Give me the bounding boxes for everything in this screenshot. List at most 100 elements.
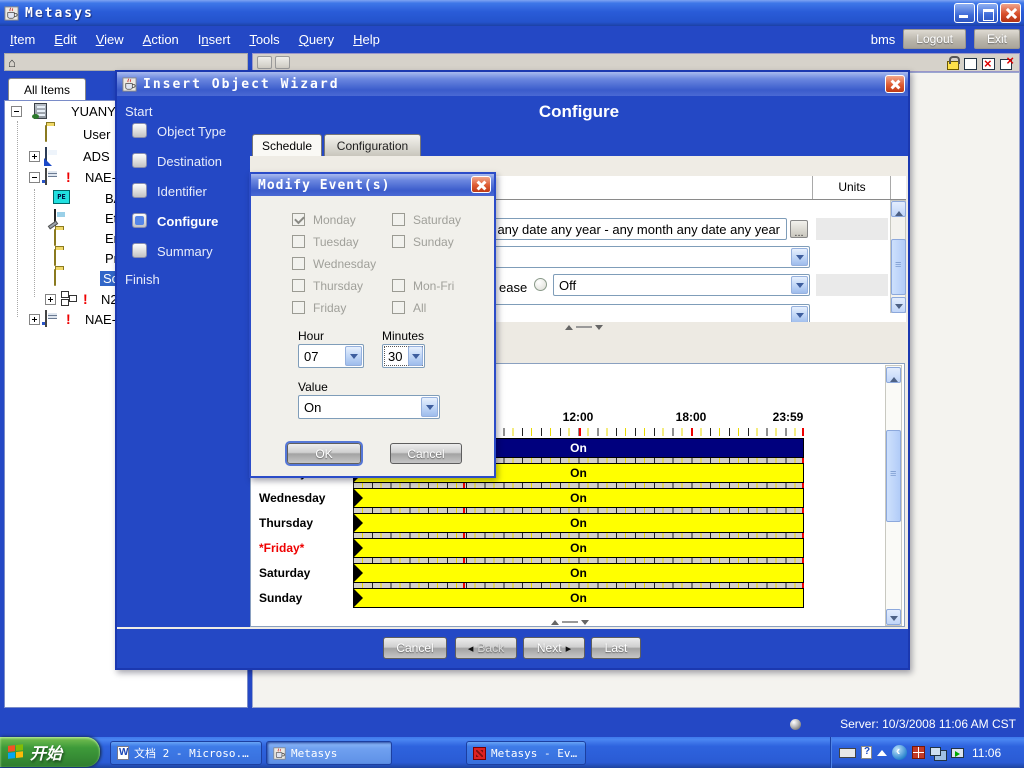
dialog-title: Modify Event(s) (258, 178, 390, 193)
schedule-bar-wednesday[interactable]: On (353, 488, 804, 508)
splitter-handle[interactable] (565, 323, 603, 331)
hour-dropdown[interactable]: 07 (298, 344, 364, 368)
tab-schedule[interactable]: Schedule (252, 134, 322, 156)
dropdown-arrow-icon[interactable] (345, 346, 362, 366)
exit-button[interactable]: Exit (974, 29, 1020, 49)
checkbox-wednesday[interactable] (292, 257, 305, 270)
checkbox-thursday[interactable] (292, 279, 305, 292)
ruler-tick (691, 428, 693, 436)
logout-button[interactable]: Logout (903, 29, 966, 49)
chevron-up-icon[interactable] (877, 745, 887, 756)
checkbox-sunday[interactable] (392, 235, 405, 248)
close-all-panels-icon[interactable] (1000, 58, 1013, 70)
dropdown-arrow-icon[interactable] (791, 276, 808, 294)
help-icon[interactable] (861, 746, 872, 759)
checkbox-all[interactable] (392, 301, 405, 314)
dropdown-arrow-icon[interactable] (408, 346, 423, 366)
wizard-title: Insert Object Wizard (143, 77, 340, 92)
forward-nav-icon[interactable] (275, 56, 290, 69)
tab-configuration[interactable]: Configuration (324, 134, 421, 156)
wizard-step-summary[interactable]: Summary (157, 244, 213, 259)
status-bar: Server: 10/3/2008 11:06 AM CST (0, 712, 1024, 737)
expand-icon[interactable] (29, 151, 40, 162)
wizard-button-bar: Cancel ◂Back Next▸ Last (117, 629, 908, 668)
schedule-bar-thursday[interactable]: On (353, 513, 804, 533)
minutes-dropdown[interactable]: 30 (382, 344, 425, 368)
network-places-icon[interactable] (930, 747, 946, 759)
time-label: 12:00 (551, 410, 605, 424)
collapse-icon[interactable] (11, 106, 22, 117)
schedule-bar-saturday[interactable]: On (353, 563, 804, 583)
start-button[interactable]: 开始 (0, 737, 100, 767)
menu-item-insert[interactable]: Insert (198, 32, 231, 47)
keyboard-icon[interactable] (839, 748, 856, 758)
wizard-step-object-type[interactable]: Object Type (157, 124, 226, 139)
dropdown-arrow-icon[interactable] (791, 248, 808, 266)
release-label: ease (499, 280, 527, 295)
media-icon[interactable] (951, 748, 964, 758)
wizard-step-destination[interactable]: Destination (157, 154, 222, 169)
grid-icon[interactable] (912, 746, 925, 759)
checkbox-mon-fri[interactable] (392, 279, 405, 292)
checkbox-friday[interactable] (292, 301, 305, 314)
release-combo[interactable]: Off (553, 274, 810, 296)
menu-item-edit[interactable]: Edit (54, 32, 76, 47)
close-icon[interactable] (1000, 3, 1021, 23)
dropdown-arrow-icon[interactable] (791, 306, 808, 322)
checkbox-monday[interactable] (292, 213, 305, 226)
wizard-step-identifier[interactable]: Identifier (157, 184, 207, 199)
scroll-down-icon[interactable] (886, 609, 901, 625)
restore-icon[interactable] (977, 3, 998, 23)
scroll-down-icon[interactable] (891, 297, 906, 313)
cancel-button[interactable]: Cancel (390, 443, 462, 464)
messenger-icon[interactable] (892, 745, 907, 760)
menu-item-help[interactable]: Help (353, 32, 380, 47)
step-checkbox (132, 183, 147, 198)
home-icon[interactable]: ⌂ (8, 56, 16, 69)
taskbar-item-word[interactable]: 文档 2 - Microso... (110, 741, 262, 765)
checkbox-saturday[interactable] (392, 213, 405, 226)
expand-icon[interactable] (29, 314, 40, 325)
schedule-bar-friday[interactable]: On (353, 538, 804, 558)
date-range-browse-button[interactable]: ... (790, 220, 808, 238)
taskbar-item-metasys[interactable]: Metasys (266, 741, 392, 765)
schedule-bar-sunday[interactable]: On (353, 588, 804, 608)
last-button[interactable]: Last (591, 637, 641, 659)
cancel-button[interactable]: Cancel (383, 637, 447, 659)
scroll-thumb[interactable] (891, 239, 906, 295)
menu-item-action[interactable]: Action (143, 32, 179, 47)
tab-all-items[interactable]: All Items (8, 78, 86, 101)
minimize-icon[interactable] (954, 3, 975, 23)
release-radio[interactable] (534, 278, 547, 291)
collapse-icon[interactable] (29, 172, 40, 183)
window-title: Metasys (25, 6, 94, 21)
back-button[interactable]: ◂Back (455, 637, 517, 659)
scroll-up-icon[interactable] (891, 201, 906, 217)
value-dropdown[interactable]: On (298, 395, 440, 419)
units-cell (816, 218, 888, 240)
scroll-up-icon[interactable] (886, 367, 901, 383)
checkbox-tuesday[interactable] (292, 235, 305, 248)
dropdown-arrow-icon[interactable] (421, 397, 438, 417)
maximize-panel-icon[interactable] (964, 58, 977, 70)
close-icon[interactable] (885, 75, 905, 93)
expand-icon[interactable] (45, 294, 56, 305)
wizard-step-configure[interactable]: Configure (157, 214, 218, 229)
menu-item-item[interactable]: Item (10, 32, 35, 47)
back-nav-icon[interactable] (257, 56, 272, 69)
close-panel-icon[interactable] (982, 58, 995, 70)
menu-item-query[interactable]: Query (299, 32, 334, 47)
checkbox-label: Tuesday (313, 235, 359, 249)
ok-button[interactable]: OK (287, 443, 361, 464)
splitter-handle[interactable] (551, 618, 589, 626)
next-button[interactable]: Next▸ (523, 637, 585, 659)
lock-icon[interactable] (947, 61, 959, 70)
menu-item-tools[interactable]: Tools (249, 32, 279, 47)
schedule-scrollbar[interactable] (885, 365, 902, 626)
taskbar-item-metasys-events[interactable]: Metasys - Events (466, 741, 586, 765)
menu-item-view[interactable]: View (96, 32, 124, 47)
close-icon[interactable] (471, 176, 491, 193)
scroll-thumb[interactable] (886, 430, 901, 522)
attribute-scrollbar[interactable] (890, 200, 906, 313)
folder-icon (54, 269, 56, 286)
